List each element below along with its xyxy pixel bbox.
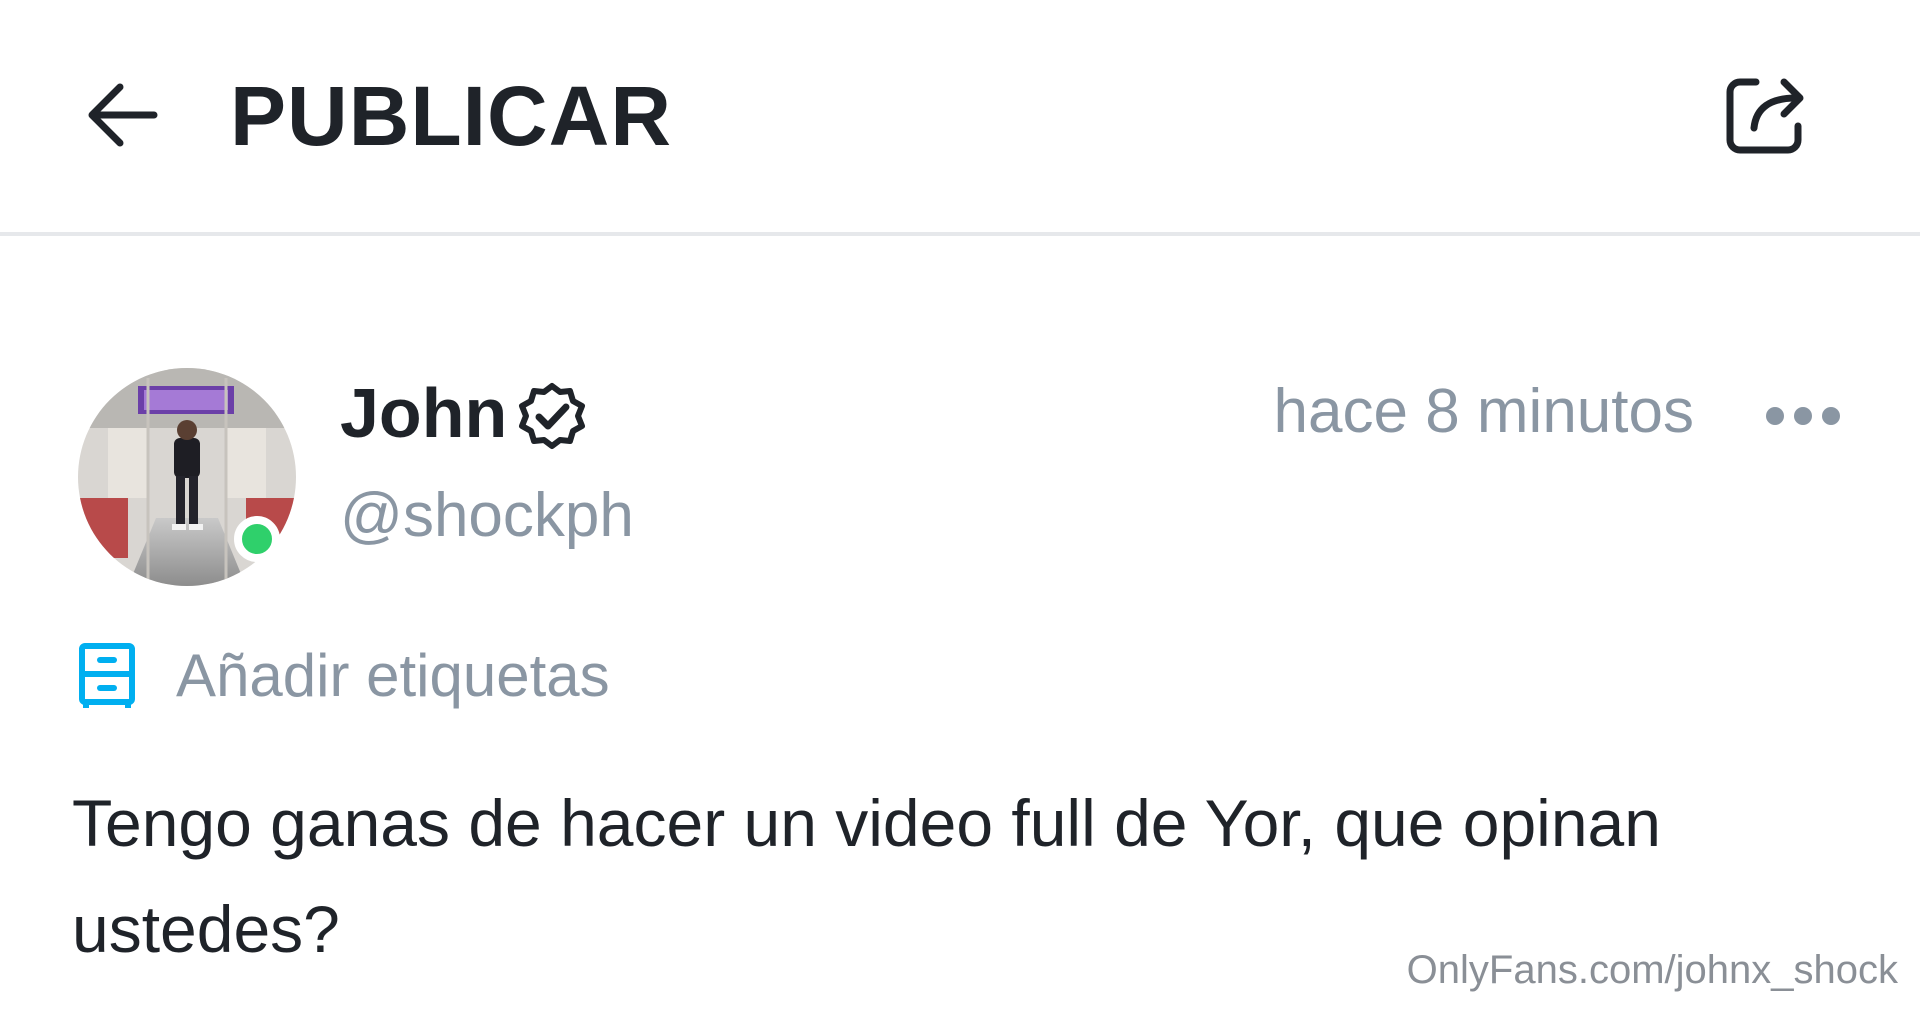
more-dots-icon <box>1766 407 1840 425</box>
arrow-left-icon <box>88 83 158 147</box>
online-status-dot <box>234 516 280 562</box>
watermark: OnlyFans.com/johnx_shock <box>1406 948 1898 992</box>
share-button[interactable] <box>1716 64 1816 164</box>
more-options-button[interactable] <box>1758 390 1848 442</box>
author-handle[interactable]: @shockph <box>340 478 634 554</box>
tag-drawer-icon <box>79 643 135 708</box>
back-button[interactable] <box>74 70 170 160</box>
post-timestamp[interactable]: hace 8 minutos <box>1274 374 1694 450</box>
author-name[interactable]: John <box>340 372 507 454</box>
top-bar: PUBLICAR <box>0 0 1920 236</box>
share-icon <box>1726 78 1804 154</box>
author-avatar-container[interactable] <box>78 368 296 586</box>
verified-badge-icon <box>519 383 585 449</box>
page-title: PUBLICAR <box>230 69 672 163</box>
add-tags-label: Añadir etiquetas <box>176 642 610 709</box>
add-tags-button[interactable]: Añadir etiquetas <box>78 638 610 714</box>
